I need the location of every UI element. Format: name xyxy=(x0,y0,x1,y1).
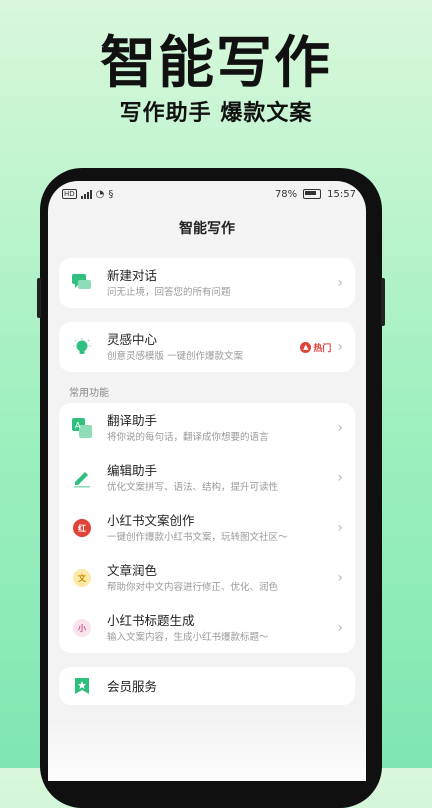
wifi-icon: ◔ xyxy=(95,188,105,200)
new-chat-desc: 问无止境，回答您的所有问题 xyxy=(107,286,231,298)
promo-subtitle: 写作助手 爆款文案 xyxy=(119,101,313,126)
hot-badge-label: 热门 xyxy=(313,343,332,354)
member-bookmark-icon xyxy=(71,675,93,697)
status-bar: HD ◔ § 78% 15:57 xyxy=(48,181,366,207)
feature-title: 小红书文案创作 xyxy=(107,512,195,528)
feature-title: 编辑助手 xyxy=(107,462,158,478)
feature-desc: 将你说的每句话，翻译成你想要的语言 xyxy=(107,431,269,443)
feature-title: 翻译助手 xyxy=(107,412,158,428)
translate-icon: A xyxy=(71,417,93,439)
hot-badge: ▲ 热门 xyxy=(300,341,331,354)
title-glyph: 小 xyxy=(73,619,91,637)
promo-title: 智能写作 xyxy=(100,31,332,96)
title-icon: 小 xyxy=(71,617,93,639)
new-chat-title: 新建对话 xyxy=(107,267,158,283)
inspiration-row[interactable]: 灵感中心 创意灵感模版 一键创作爆款文案 ▲ 热门 › xyxy=(59,322,355,372)
phone-screen: HD ◔ § 78% 15:57 智能写作 新建对话 问无止境，回答您的所有问题… xyxy=(48,181,366,781)
bottom-fade xyxy=(48,721,366,781)
new-chat-card[interactable]: 新建对话 问无止境，回答您的所有问题 › xyxy=(59,258,355,308)
chevron-right-icon: › xyxy=(337,339,343,355)
chevron-right-icon: › xyxy=(337,570,343,586)
inspiration-desc: 创意灵感模版 一键创作爆款文案 xyxy=(107,350,244,362)
features-card: A 翻译助手 将你说的每句话，翻译成你想要的语言 › 编辑助手 优化文案拼写、语… xyxy=(59,403,355,653)
flame-icon: ▲ xyxy=(300,341,312,353)
member-card[interactable]: 会员服务 xyxy=(59,667,355,705)
clock: 15:57 xyxy=(327,188,356,200)
section-label: 常用功能 xyxy=(69,388,109,399)
phone-power-button xyxy=(381,278,385,326)
phone-side-button xyxy=(37,278,41,318)
article-glyph: 文 xyxy=(73,569,91,587)
inspiration-title: 灵感中心 xyxy=(107,331,158,347)
edit-pen-icon xyxy=(71,467,93,489)
chevron-right-icon: › xyxy=(337,420,343,436)
status-left: HD ◔ § xyxy=(62,189,113,200)
feature-row-translate[interactable]: A 翻译助手 将你说的每句话，翻译成你想要的语言 › xyxy=(59,403,355,453)
page-title: 智能写作 xyxy=(179,221,235,237)
feature-desc: 一键创作爆款小红书文案，玩转图文社区～ xyxy=(107,531,288,543)
hd-icon: HD xyxy=(62,189,77,199)
xiaohongshu-icon: 红 xyxy=(71,517,93,539)
chat-bubble-icon xyxy=(71,272,93,294)
new-chat-row[interactable]: 新建对话 问无止境，回答您的所有问题 › xyxy=(59,258,355,308)
feature-desc: 输入文案内容，生成小红书爆款标题～ xyxy=(107,631,269,643)
chevron-right-icon: › xyxy=(337,470,343,486)
svg-text:A: A xyxy=(75,421,81,430)
battery-percent: 78% xyxy=(274,188,298,200)
lightbulb-icon xyxy=(71,336,93,358)
feature-row-polish[interactable]: 文 文章润色 帮助你对中文内容进行修正、优化、润色 › xyxy=(59,553,355,603)
chevron-right-icon: › xyxy=(337,620,343,636)
battery-icon xyxy=(303,189,322,199)
chevron-right-icon: › xyxy=(337,275,343,291)
feature-title: 文章润色 xyxy=(107,562,158,578)
member-title: 会员服务 xyxy=(107,678,158,694)
status-right: 78% 15:57 xyxy=(275,189,356,200)
feature-title: 小红书标题生成 xyxy=(107,612,195,628)
feature-row-title-gen[interactable]: 小 小红书标题生成 输入文案内容，生成小红书爆款标题～ › xyxy=(59,603,355,653)
feature-desc: 帮助你对中文内容进行修正、优化、润色 xyxy=(107,581,279,593)
inspiration-card[interactable]: 灵感中心 创意灵感模版 一键创作爆款文案 ▲ 热门 › xyxy=(59,322,355,372)
app-notification-icon: § xyxy=(108,188,114,200)
chevron-right-icon: › xyxy=(337,520,343,536)
member-row[interactable]: 会员服务 xyxy=(59,667,355,705)
signal-icon xyxy=(80,189,92,199)
xiaohongshu-glyph: 红 xyxy=(73,519,91,537)
article-icon: 文 xyxy=(71,567,93,589)
feature-desc: 优化文案拼写、语法、结构，提升可读性 xyxy=(107,481,279,493)
feature-row-edit[interactable]: 编辑助手 优化文案拼写、语法、结构，提升可读性 › xyxy=(59,453,355,503)
feature-row-xiaohongshu[interactable]: 红 小红书文案创作 一键创作爆款小红书文案，玩转图文社区～ › xyxy=(59,503,355,553)
